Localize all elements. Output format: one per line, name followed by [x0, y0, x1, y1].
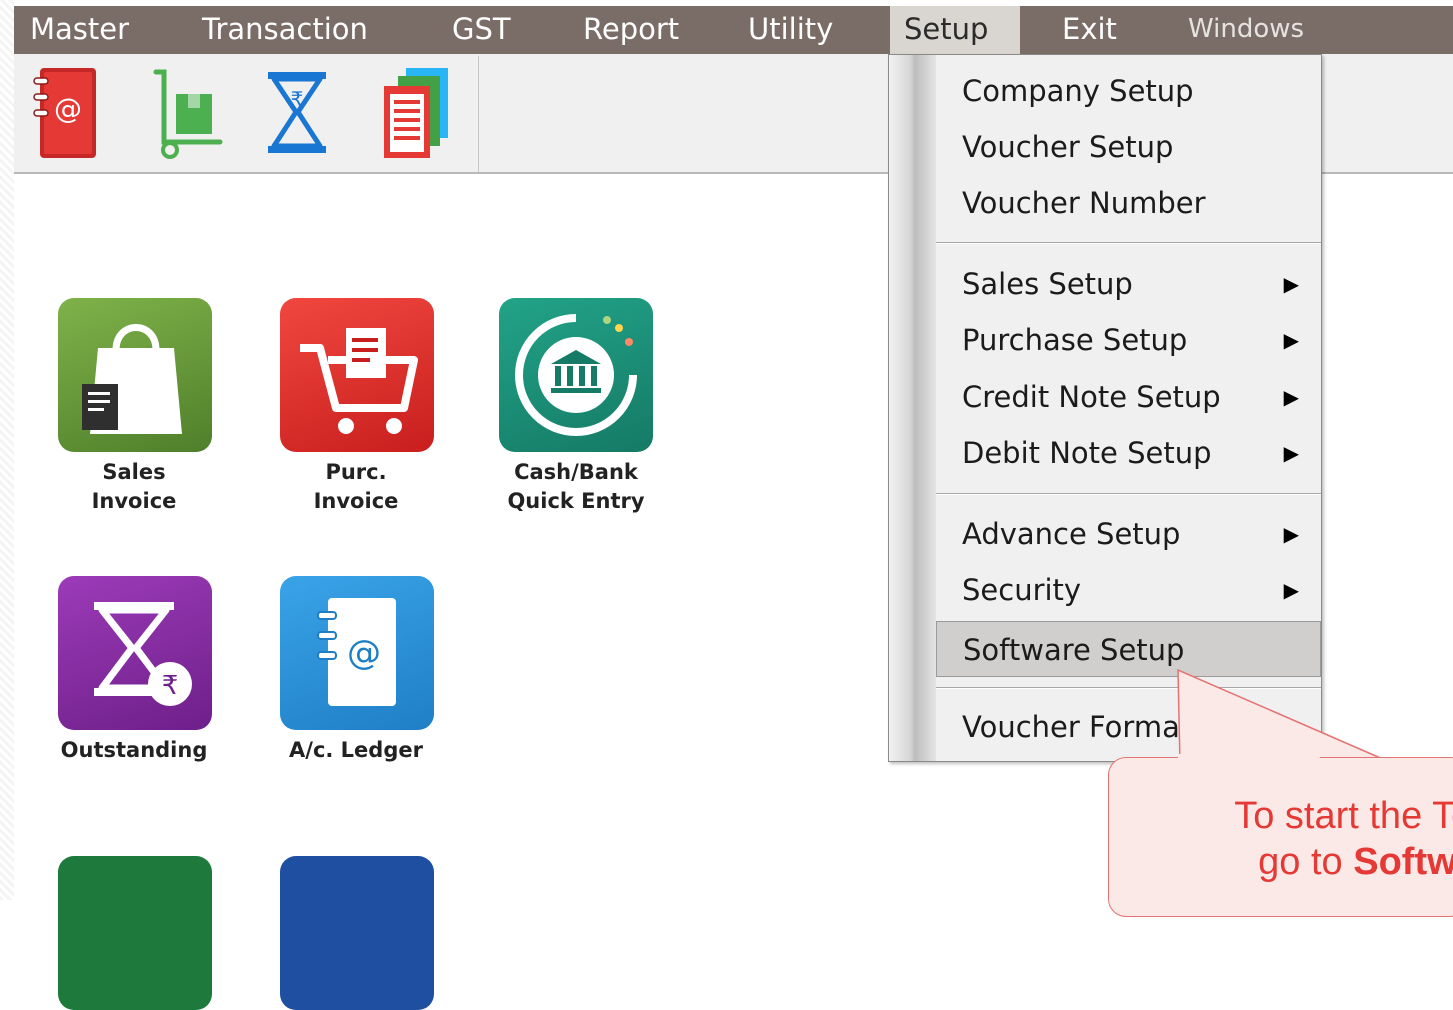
setup-dropdown-menu: Company Setup Voucher Setup Voucher Numb…	[888, 54, 1322, 762]
shopping-cart-icon	[300, 328, 418, 434]
menu-separator	[936, 242, 1321, 245]
menu-item-purchase-setup[interactable]: Purchase Setup ▶	[936, 312, 1321, 368]
menu-report[interactable]: Report	[569, 6, 693, 54]
outstanding-tile[interactable]: ₹	[58, 576, 212, 730]
green-tile-partial[interactable]	[58, 856, 212, 1010]
menu-gst[interactable]: GST	[438, 6, 525, 54]
svg-text:₹: ₹	[162, 671, 179, 701]
purc-invoice-label: Purc. Invoice	[313, 460, 399, 513]
menu-item-voucher-setup[interactable]: Voucher Setup	[936, 119, 1321, 175]
ac-ledger-tile[interactable]: @	[280, 576, 434, 730]
sales-invoice-label: Sales Invoice	[91, 460, 177, 513]
callout-joint-cover	[1178, 754, 1320, 760]
callout-text: To start the Tele go to Softwa	[1234, 795, 1453, 883]
cash-bank-quick-entry-tile[interactable]	[499, 298, 653, 452]
svg-text:@: @	[54, 92, 82, 125]
cash-bank-label: Cash/Bank Quick Entry	[507, 460, 645, 513]
submenu-arrow-icon: ▶	[1283, 328, 1299, 352]
bank-icon	[515, 314, 637, 436]
menu-bar: Master Transaction GST Report Utility Se…	[14, 6, 1453, 54]
submenu-arrow-icon: ▶	[1283, 272, 1299, 296]
svg-text:@: @	[347, 633, 381, 673]
submenu-arrow-icon: ▶	[1283, 385, 1299, 409]
hourglass-rupee-icon[interactable]: ₹	[262, 64, 332, 160]
address-book-icon: @	[317, 598, 396, 706]
menu-setup[interactable]: Setup	[890, 6, 1020, 54]
submenu-arrow-icon: ▶	[1283, 522, 1299, 546]
menu-transaction[interactable]: Transaction	[188, 6, 382, 54]
toolbar-divider	[478, 56, 479, 172]
hourglass-rupee-icon: ₹	[94, 602, 192, 706]
shopping-bag-icon	[82, 324, 182, 434]
address-book-icon[interactable]: @	[30, 64, 100, 160]
menu-master[interactable]: Master	[16, 6, 143, 54]
submenu-arrow-icon: ▶	[1283, 578, 1299, 602]
menu-gutter	[889, 55, 936, 761]
svg-text:₹: ₹	[291, 87, 304, 111]
menu-separator	[936, 493, 1321, 496]
menu-item-advance-setup[interactable]: Advance Setup ▶	[936, 506, 1321, 562]
outstanding-label: Outstanding	[60, 738, 208, 762]
menu-windows[interactable]: Windows	[1174, 6, 1318, 54]
menu-item-company-setup[interactable]: Company Setup	[936, 63, 1321, 119]
sales-invoice-tile[interactable]	[58, 298, 212, 452]
menu-item-credit-note-setup[interactable]: Credit Note Setup ▶	[936, 369, 1321, 425]
hand-truck-icon[interactable]	[150, 64, 223, 160]
menu-item-security[interactable]: Security ▶	[936, 562, 1321, 618]
menu-item-sales-setup[interactable]: Sales Setup ▶	[936, 256, 1321, 312]
submenu-arrow-icon: ▶	[1283, 441, 1299, 465]
menu-utility[interactable]: Utility	[734, 6, 847, 54]
ac-ledger-label: A/c. Ledger	[289, 738, 423, 762]
window-left-edge	[0, 0, 14, 900]
blue-tile-partial[interactable]	[280, 856, 434, 1010]
documents-icon[interactable]	[380, 64, 450, 160]
purc-invoice-tile[interactable]	[280, 298, 434, 452]
menu-exit[interactable]: Exit	[1048, 6, 1131, 54]
menu-item-voucher-number[interactable]: Voucher Number	[936, 175, 1321, 231]
menu-item-debit-note-setup[interactable]: Debit Note Setup ▶	[936, 425, 1321, 481]
